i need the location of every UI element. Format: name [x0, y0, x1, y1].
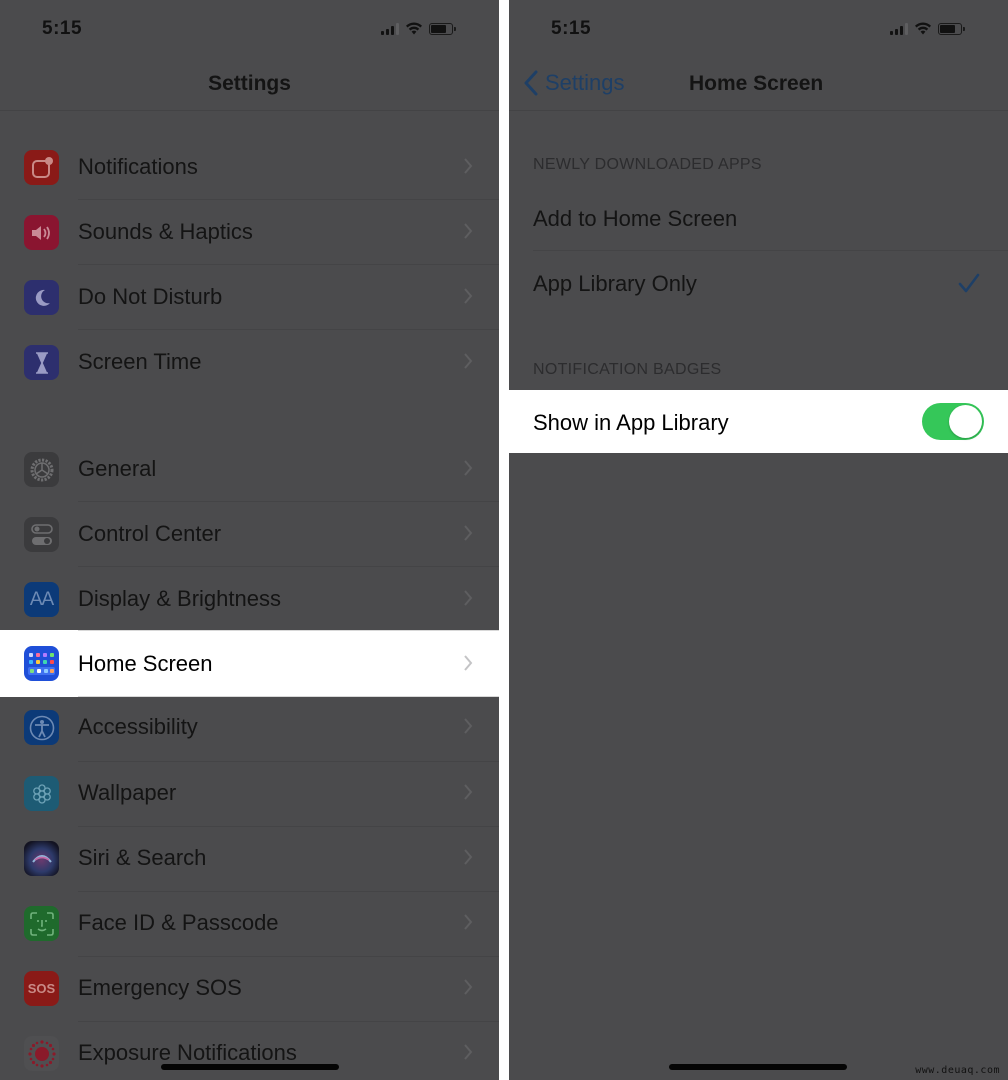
chevron-right-icon — [464, 1044, 473, 1060]
settings-row-siri-search[interactable]: Siri & Search — [0, 827, 499, 892]
status-bar: 5:15 — [0, 0, 499, 60]
row-label: General — [78, 456, 157, 481]
settings-row-screen-time[interactable]: Screen Time — [0, 330, 499, 395]
row-label: Control Center — [78, 521, 222, 546]
settings-row-notifications[interactable]: Notifications — [0, 135, 499, 200]
back-label: Settings — [545, 70, 625, 95]
settings-row-wallpaper[interactable]: Wallpaper — [0, 762, 499, 827]
settings-row-general[interactable]: General — [0, 437, 499, 502]
sos-glyph: SOS — [27, 981, 56, 996]
checkmark-icon — [958, 273, 980, 293]
moon-icon — [24, 280, 59, 315]
row-label: Notifications — [78, 154, 198, 179]
cellular-signal-icon — [381, 22, 399, 35]
row-label: Emergency SOS — [78, 975, 242, 1000]
row-label: Wallpaper — [78, 780, 177, 805]
chevron-right-icon — [464, 784, 473, 800]
cellular-signal-icon — [890, 22, 908, 35]
row-label: Face ID & Passcode — [78, 910, 279, 935]
option-add-to-home-screen[interactable]: Add to Home Screen — [509, 186, 1008, 251]
watermark: www.deuaq.com — [915, 1065, 1000, 1076]
row-label: Screen Time — [78, 349, 202, 374]
siri-icon — [24, 841, 59, 876]
chevron-right-icon — [464, 590, 473, 606]
chevron-right-icon — [464, 914, 473, 930]
chevron-right-icon — [464, 158, 473, 174]
chevron-right-icon — [464, 718, 473, 734]
settings-row-control-center[interactable]: Control Center — [0, 502, 499, 567]
option-label: Add to Home Screen — [533, 206, 738, 231]
settings-row-accessibility[interactable]: Accessibility — [0, 697, 499, 762]
hourglass-icon — [24, 345, 59, 380]
settings-row-sounds-haptics[interactable]: Sounds & Haptics — [0, 200, 499, 265]
speaker-icon — [24, 215, 59, 250]
accessibility-icon — [24, 710, 59, 745]
chevron-right-icon — [464, 223, 473, 239]
section-header: NEWLY DOWNLOADED APPS — [533, 156, 762, 173]
row-label: Accessibility — [78, 714, 198, 739]
home-screen-grid-icon — [24, 646, 59, 681]
gear-icon — [24, 452, 59, 487]
home-indicator[interactable] — [161, 1064, 339, 1070]
row-label: Exposure Notifications — [78, 1040, 297, 1065]
chevron-right-icon — [464, 353, 473, 369]
aa-glyph: AA — [29, 588, 54, 610]
wifi-icon — [406, 22, 422, 35]
option-label: App Library Only — [533, 271, 697, 296]
settings-row-face-id-passcode[interactable]: Face ID & Passcode — [0, 892, 499, 957]
settings-row-do-not-disturb[interactable]: Do Not Disturb — [0, 265, 499, 330]
back-button[interactable]: Settings — [523, 70, 625, 96]
page-title: Settings — [208, 72, 291, 95]
wifi-icon — [915, 22, 931, 35]
status-time: 5:15 — [551, 18, 592, 39]
settings-row-emergency-sos[interactable]: SOS Emergency SOS — [0, 957, 499, 1022]
flower-icon — [24, 776, 59, 811]
exposure-icon — [24, 1036, 59, 1071]
toggle-label: Show in App Library — [533, 410, 729, 435]
status-time: 5:15 — [42, 18, 83, 39]
home-screen-settings-screen: 5:15 Settings Home Screen NEWLY DOWNLOAD… — [509, 0, 1008, 1080]
section-header: NOTIFICATION BADGES — [533, 361, 722, 378]
home-indicator[interactable] — [669, 1064, 847, 1070]
page-title: Home Screen — [689, 72, 824, 95]
row-label: Display & Brightness — [78, 586, 281, 611]
settings-screen: 5:15 Settings Notifications Sounds & Hap… — [0, 0, 499, 1080]
notifications-icon — [24, 150, 59, 185]
row-label: Siri & Search — [78, 845, 207, 870]
option-app-library-only[interactable]: App Library Only — [509, 251, 1008, 316]
row-label: Home Screen — [78, 651, 213, 676]
battery-icon — [938, 22, 965, 35]
face-id-icon — [24, 906, 59, 941]
chevron-left-icon — [524, 70, 538, 96]
nav-bar: Settings Home Screen — [509, 60, 1008, 111]
text-size-icon: AA — [24, 582, 59, 617]
status-bar: 5:15 — [509, 0, 1008, 60]
row-label: Do Not Disturb — [78, 284, 223, 309]
chevron-right-icon — [464, 525, 473, 541]
show-in-app-library-toggle[interactable] — [922, 403, 984, 440]
settings-row-exposure-notifications[interactable]: Exposure Notifications — [0, 1022, 499, 1080]
settings-row-display-brightness[interactable]: AA Display & Brightness — [0, 567, 499, 632]
toggle-knob — [949, 405, 982, 438]
row-label: Sounds & Haptics — [78, 219, 253, 244]
settings-row-home-screen[interactable]: Home Screen — [0, 630, 499, 697]
sos-icon: SOS — [24, 971, 59, 1006]
chevron-right-icon — [464, 288, 473, 304]
toggles-icon — [24, 517, 59, 552]
chevron-right-icon — [464, 849, 473, 865]
nav-bar: Settings — [0, 60, 499, 111]
chevron-right-icon — [464, 460, 473, 476]
toggle-row-show-in-app-library: Show in App Library — [509, 390, 1008, 453]
chevron-right-icon — [464, 979, 473, 995]
battery-icon — [429, 22, 456, 35]
chevron-right-icon — [464, 655, 473, 671]
